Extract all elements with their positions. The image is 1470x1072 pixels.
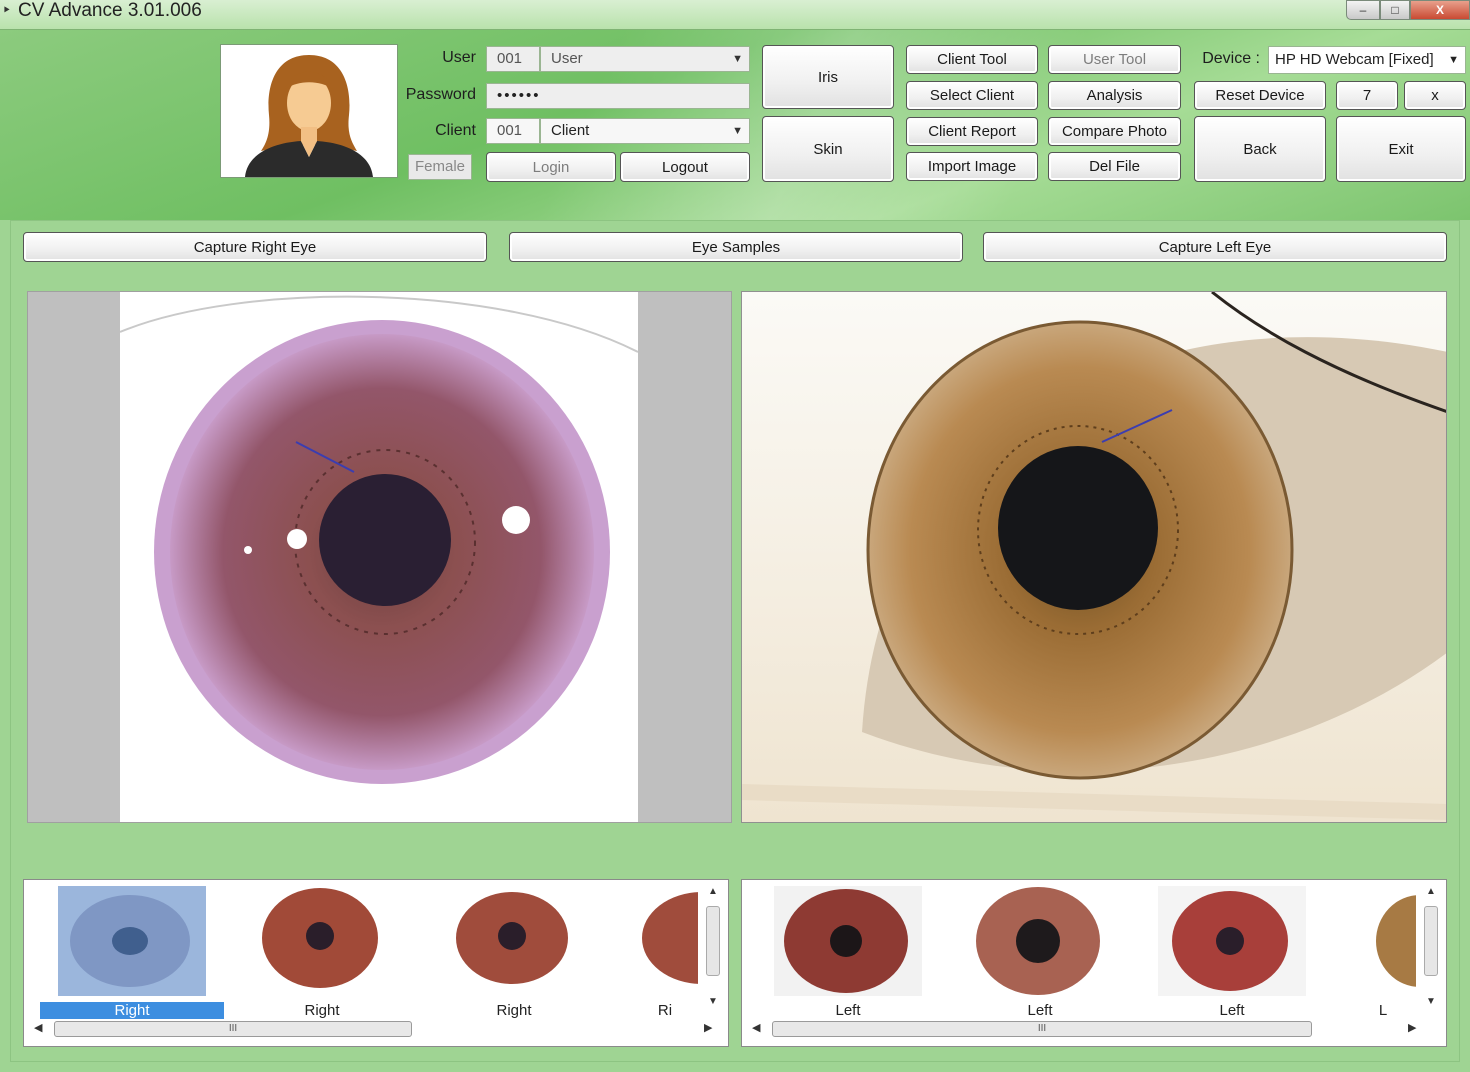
right-eye-view <box>27 291 732 823</box>
scroll-thumb[interactable] <box>706 906 720 976</box>
thumbnail-label: Left <box>1027 1002 1053 1019</box>
skin-button[interactable]: Skin <box>762 116 894 182</box>
scroll-left-icon[interactable]: ◀ <box>752 1021 760 1034</box>
left-thumbnail-strip: Left Left Left L ▲ ▼ ◀ III ▶ <box>741 879 1447 1047</box>
scroll-right-icon[interactable]: ▶ <box>1408 1021 1416 1034</box>
thumbnail-label: Right <box>304 1002 340 1019</box>
reset-device-button[interactable]: Reset Device <box>1194 81 1326 110</box>
select-client-button[interactable]: Select Client <box>906 81 1038 110</box>
vertical-scrollbar[interactable]: ▲ ▼ <box>1422 884 1440 1014</box>
avatar <box>220 44 398 178</box>
import-image-button[interactable]: Import Image <box>906 152 1038 181</box>
exit-button[interactable]: Exit <box>1336 116 1466 182</box>
chevron-down-icon: ▼ <box>732 53 743 65</box>
back-button[interactable]: Back <box>1194 116 1326 182</box>
device-select[interactable]: HP HD Webcam [Fixed] ▼ <box>1268 46 1466 74</box>
thumbnail-label: Right <box>496 1002 532 1019</box>
scroll-down-icon[interactable]: ▼ <box>1426 996 1436 1007</box>
thumbnail-right-2[interactable] <box>248 886 396 996</box>
title-bar: ⯈ CV Advance 3.01.006 ‒ □ X <box>0 0 1470 30</box>
client-name-value: Client <box>551 122 590 139</box>
horizontal-scrollbar[interactable]: ◀ III ▶ <box>748 1018 1418 1040</box>
client-report-button[interactable]: Client Report <box>906 117 1038 146</box>
clear-button[interactable]: x <box>1404 81 1466 110</box>
gender-field: Female <box>408 154 472 180</box>
scroll-thumb[interactable]: III <box>54 1021 412 1037</box>
thumbnail-left-1[interactable] <box>774 886 922 996</box>
thumbnail-label: L <box>1378 1002 1388 1019</box>
logout-button[interactable]: Logout <box>620 152 750 182</box>
scroll-down-icon[interactable]: ▼ <box>708 996 718 1007</box>
right-eye-image <box>120 292 638 822</box>
scroll-thumb[interactable] <box>1424 906 1438 976</box>
user-label: User <box>442 49 476 66</box>
client-tool-button[interactable]: Client Tool <box>906 45 1038 74</box>
client-label: Client <box>435 122 476 139</box>
password-label: Password <box>405 86 476 103</box>
user-name-value: User <box>551 50 583 67</box>
user-name-select[interactable]: User ▼ <box>540 46 750 72</box>
thumbnail-label: Left <box>1219 1002 1245 1019</box>
scroll-left-icon[interactable]: ◀ <box>34 1021 42 1034</box>
thumbnail-left-2[interactable] <box>966 886 1114 996</box>
analysis-button[interactable]: Analysis <box>1048 81 1181 110</box>
compare-photo-button[interactable]: Compare Photo <box>1048 117 1181 146</box>
user-id-field[interactable]: 001 <box>486 46 540 72</box>
login-button[interactable]: Login <box>486 152 616 182</box>
iris-button[interactable]: Iris <box>762 45 894 109</box>
device-value: HP HD Webcam [Fixed] <box>1275 51 1434 68</box>
user-tool-button[interactable]: User Tool <box>1048 45 1181 74</box>
window-title: CV Advance 3.01.006 <box>18 0 202 21</box>
user-avatar-icon <box>221 45 397 177</box>
scroll-up-icon[interactable]: ▲ <box>708 886 718 897</box>
capture-right-eye-button[interactable]: Capture Right Eye <box>23 232 487 262</box>
close-button[interactable]: X <box>1410 0 1470 20</box>
client-name-select[interactable]: Client ▼ <box>540 118 750 144</box>
count-field[interactable]: 7 <box>1336 81 1398 110</box>
thumbnail-left-4[interactable] <box>1350 886 1416 996</box>
thumbnail-label: Left <box>835 1002 861 1019</box>
left-eye-view <box>741 291 1447 823</box>
horizontal-scrollbar[interactable]: ◀ III ▶ <box>30 1018 712 1040</box>
thumbnail-right-3[interactable] <box>440 886 588 996</box>
thumbnail-label: Right <box>40 1002 224 1019</box>
thumbnail-left-3[interactable] <box>1158 886 1306 996</box>
thumbnail-label: Ri <box>657 1002 673 1019</box>
app-icon: ⯈ <box>2 5 11 17</box>
password-field[interactable]: •••••• <box>486 83 750 109</box>
client-id-field[interactable]: 001 <box>486 118 540 144</box>
left-eye-image <box>742 292 1446 822</box>
thumbnail-right-1[interactable] <box>58 886 206 996</box>
chevron-down-icon: ▼ <box>1448 54 1459 66</box>
scroll-right-icon[interactable]: ▶ <box>704 1021 712 1034</box>
capture-left-eye-button[interactable]: Capture Left Eye <box>983 232 1447 262</box>
vertical-scrollbar[interactable]: ▲ ▼ <box>704 884 722 1014</box>
maximize-button[interactable]: □ <box>1380 0 1410 20</box>
scroll-up-icon[interactable]: ▲ <box>1426 886 1436 897</box>
chevron-down-icon: ▼ <box>732 125 743 137</box>
scroll-thumb[interactable]: III <box>772 1021 1312 1037</box>
device-label: Device : <box>1202 50 1260 67</box>
main-panel: Capture Right Eye Eye Samples Capture Le… <box>10 220 1460 1062</box>
eye-samples-button[interactable]: Eye Samples <box>509 232 963 262</box>
header-panel: User 001 User ▼ Password •••••• Client 0… <box>0 30 1470 220</box>
minimize-button[interactable]: ‒ <box>1346 0 1380 20</box>
right-thumbnail-strip: Right Right Right Ri ▲ ▼ ◀ III ▶ <box>23 879 729 1047</box>
del-file-button[interactable]: Del File <box>1048 152 1181 181</box>
thumbnail-right-4[interactable] <box>632 886 698 996</box>
